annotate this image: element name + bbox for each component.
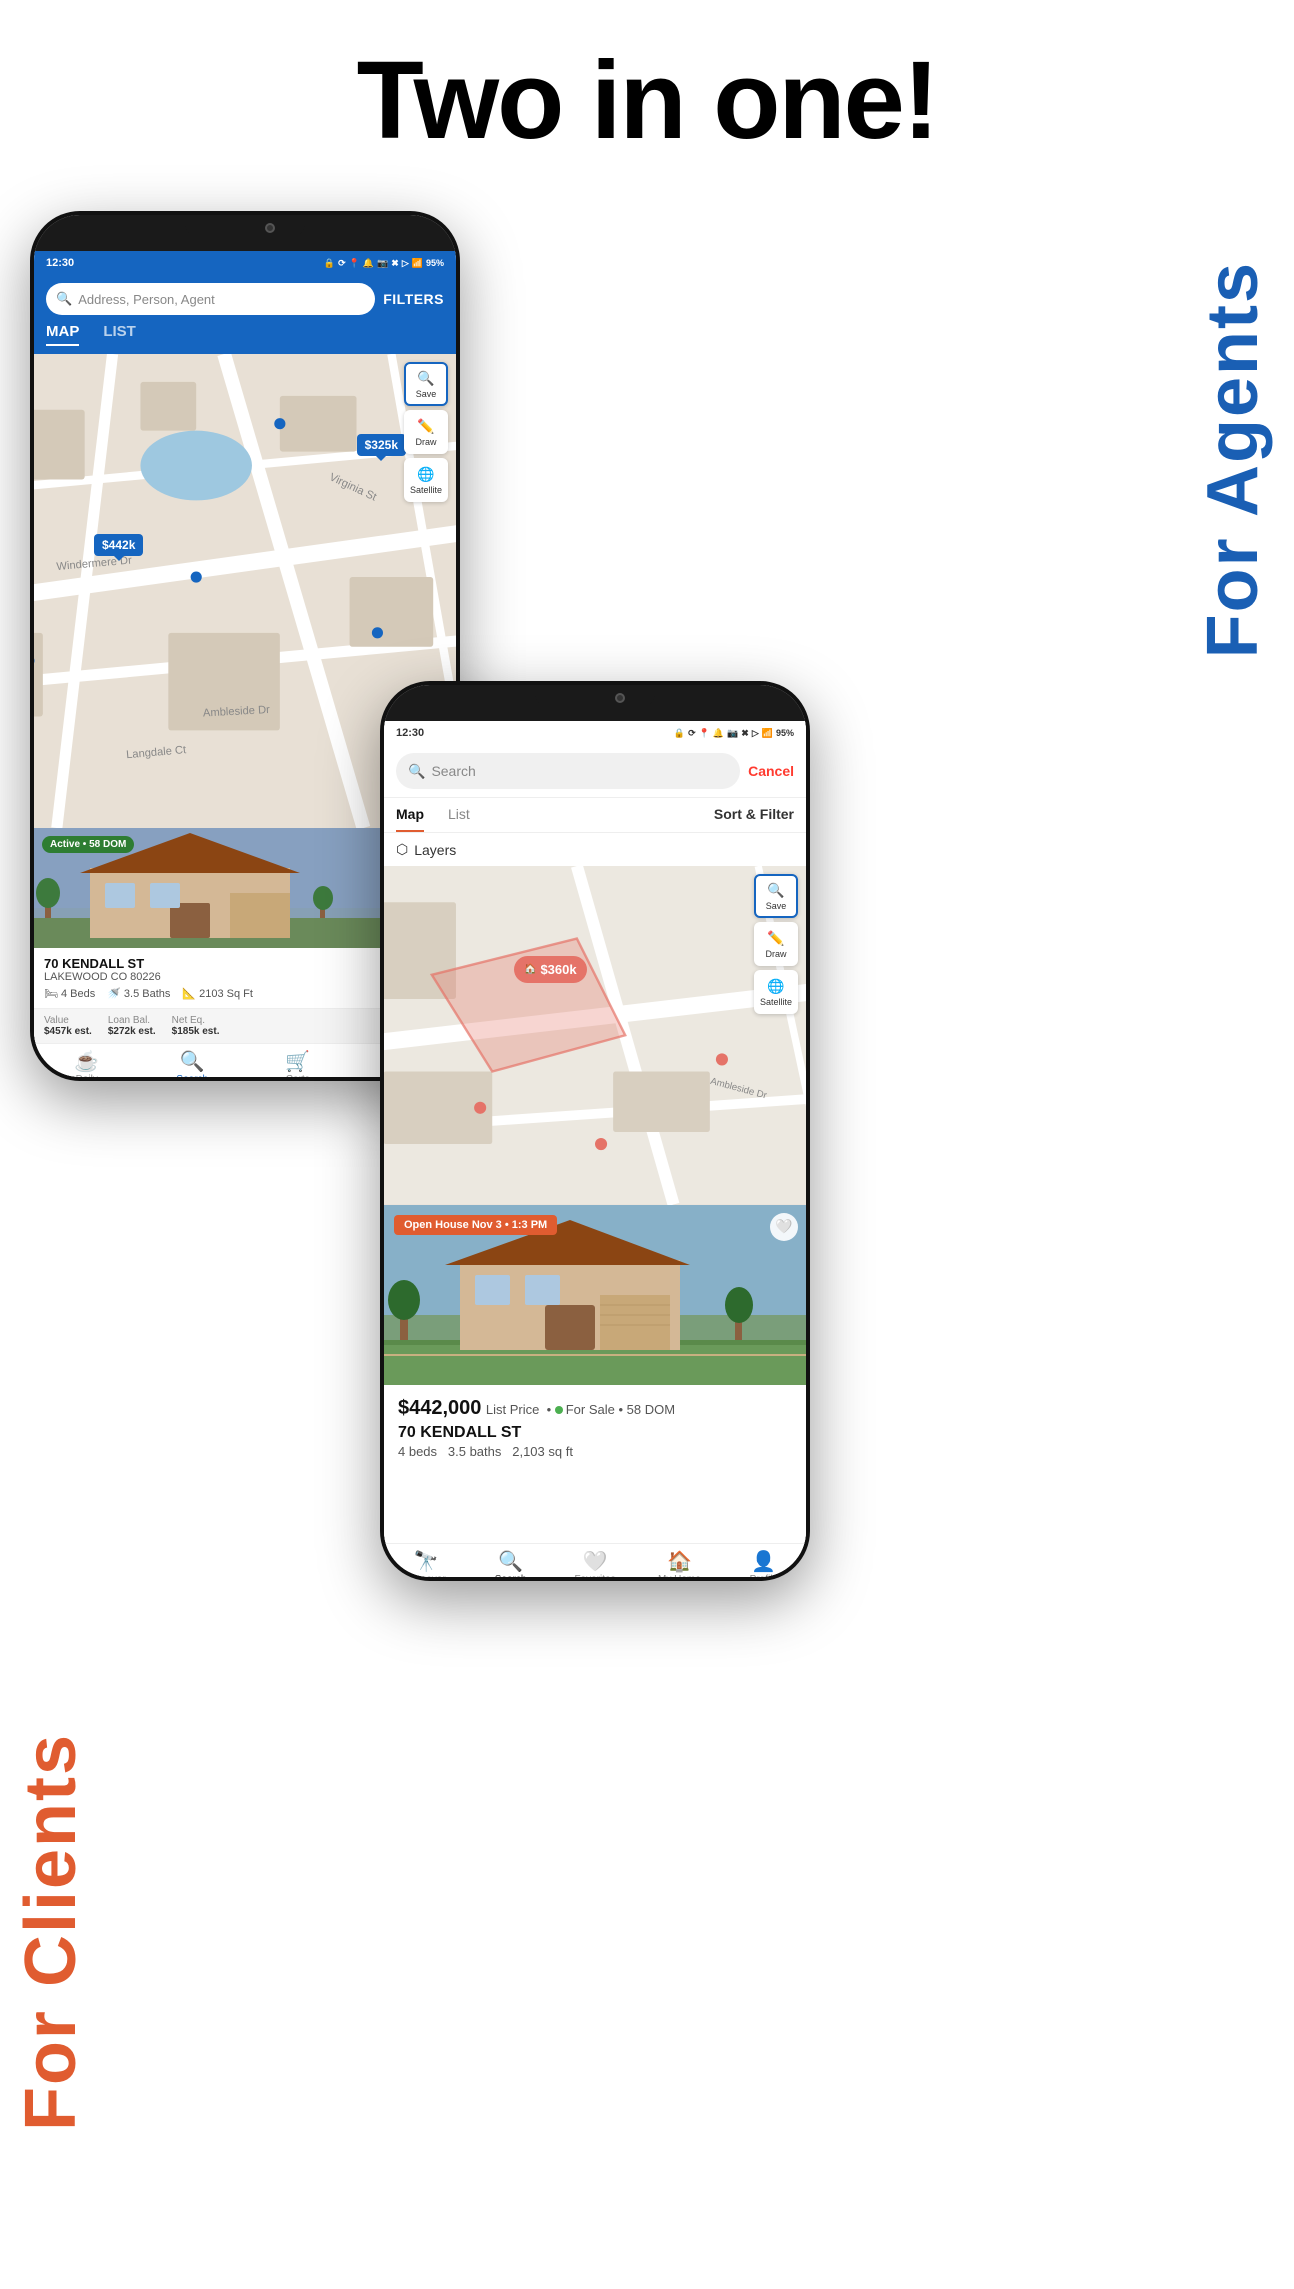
search-placeholder-client: Search xyxy=(431,763,475,779)
client-address: 70 KENDALL ST xyxy=(398,1424,792,1442)
agent-tabs: MAP LIST xyxy=(34,323,456,354)
client-price-detail: List Price • For Sale • 58 DOM xyxy=(486,1402,675,1417)
client-phone: 12:30 🔒⟳📍🔔📷✖▷ 📶95% 🔍 Search Cancel xyxy=(380,681,810,1581)
map-tools-client: 🔍 Save ✏️ Draw 🌐 Satellite xyxy=(754,874,798,1014)
search-placeholder-agent: Address, Person, Agent xyxy=(78,292,215,307)
bottom-nav-client: 🔭 Discover 🔍 Search 🤍 Favorites 🏠 My Hom… xyxy=(384,1543,806,1577)
layers-icon: ⬡ xyxy=(396,841,408,858)
search-icon-client: 🔍 xyxy=(408,763,425,780)
search-icon-agent: 🔍 xyxy=(56,291,72,307)
for-clients-label: For Clients xyxy=(10,1733,92,2131)
tab-list-agent[interactable]: LIST xyxy=(103,323,136,346)
save-tool-agent[interactable]: 🔍 Save xyxy=(404,362,448,406)
search-input-client[interactable]: 🔍 Search xyxy=(396,753,740,789)
satellite-tool-agent[interactable]: 🌐 Satellite xyxy=(404,458,448,502)
loan-item: Loan Bal. $272k est. xyxy=(108,1015,156,1037)
save-tool-client[interactable]: 🔍 Save xyxy=(754,874,798,918)
phones-container: For Agents For Clients 12:30 🔒⟳📍🔔📷✖▷ 📶95… xyxy=(0,161,1294,2161)
tab-list-client[interactable]: List xyxy=(448,798,470,832)
nav-profile[interactable]: 👤 Profile xyxy=(722,1552,806,1577)
layers-bar[interactable]: ⬡ Layers xyxy=(384,833,806,866)
nav-discover[interactable]: 🔭 Discover xyxy=(384,1552,468,1577)
battery-agent: 95% xyxy=(426,258,444,268)
nav-carts[interactable]: 🛒 Carts xyxy=(245,1052,351,1077)
heart-button[interactable]: 🤍 xyxy=(770,1213,798,1241)
price-pin-442[interactable]: $442k xyxy=(94,534,143,556)
search-input-agent[interactable]: 🔍 Address, Person, Agent xyxy=(46,283,375,315)
for-agents-label: For Agents xyxy=(1192,261,1274,658)
client-price: $442,000 xyxy=(398,1397,481,1419)
draw-tool-agent[interactable]: ✏️ Draw xyxy=(404,410,448,454)
client-beds: 4 beds 3.5 baths 2,103 sq ft xyxy=(398,1444,792,1459)
price-pin-325[interactable]: $325k xyxy=(357,434,406,456)
client-search-bar[interactable]: 🔍 Search Cancel xyxy=(384,745,806,798)
nav-daily[interactable]: ☕ Daily xyxy=(34,1052,140,1077)
time-client: 12:30 xyxy=(396,727,424,739)
tab-map-client[interactable]: Map xyxy=(396,798,424,832)
cancel-button[interactable]: Cancel xyxy=(748,763,794,779)
satellite-tool-client[interactable]: 🌐 Satellite xyxy=(754,970,798,1014)
client-listing-info: $442,000 List Price • For Sale • 58 DOM … xyxy=(384,1385,806,1471)
value-item: Value $457k est. xyxy=(44,1015,92,1037)
hero-title: Two in one! xyxy=(0,0,1294,161)
phone-notch-client xyxy=(384,685,806,721)
beds-agent: 🛏 4 Beds xyxy=(44,987,95,1000)
filters-button[interactable]: FILTERS xyxy=(383,291,444,307)
nav-my-home[interactable]: 🏠 My Home xyxy=(637,1552,721,1577)
status-icons-agent: 🔒⟳📍🔔📷✖▷ 📶95% xyxy=(324,258,444,269)
baths-agent: 🚿 3.5 Baths xyxy=(107,987,170,1000)
agent-search-bar[interactable]: 🔍 Address, Person, Agent FILTERS xyxy=(34,275,456,323)
map-tools-agent: 🔍 Save ✏️ Draw 🌐 Satellite xyxy=(404,362,448,502)
phone-notch-agent xyxy=(34,215,456,251)
layers-label: Layers xyxy=(414,842,456,858)
sqft-agent: 📐 2103 Sq Ft xyxy=(182,987,253,1000)
client-tabs: Map List Sort & Filter xyxy=(384,798,806,833)
battery-client: 95% xyxy=(776,728,794,738)
listing-card-client[interactable]: Open House Nov 3 • 1:3 PM 🤍 $442,000 Lis… xyxy=(384,1205,806,1544)
sort-filter-button[interactable]: Sort & Filter xyxy=(714,798,794,832)
open-house-badge: Open House Nov 3 • 1:3 PM xyxy=(394,1215,557,1235)
nav-favorites[interactable]: 🤍 Favorites xyxy=(553,1552,637,1577)
nav-search-agent[interactable]: 🔍 Search xyxy=(140,1052,246,1077)
time-agent: 12:30 xyxy=(46,257,74,269)
active-badge: Active • 58 DOM xyxy=(42,836,134,853)
status-icons-client: 🔒⟳📍🔔📷✖▷ 📶95% xyxy=(674,728,794,739)
draw-tool-client[interactable]: ✏️ Draw xyxy=(754,922,798,966)
client-price-row: $442,000 List Price • For Sale • 58 DOM xyxy=(398,1397,792,1420)
map-area-client: Ambleside Dr 🏠 $360k 🔍 xyxy=(384,866,806,1205)
price-pin-client[interactable]: 🏠 $360k xyxy=(514,956,587,983)
equity-item: Net Eq. $185k est. xyxy=(172,1015,220,1037)
status-bar-agent: 12:30 🔒⟳📍🔔📷✖▷ 📶95% xyxy=(34,251,456,275)
tab-map-agent[interactable]: MAP xyxy=(46,323,79,346)
listing-image-client: Open House Nov 3 • 1:3 PM 🤍 xyxy=(384,1205,806,1385)
status-bar-client: 12:30 🔒⟳📍🔔📷✖▷ 📶95% xyxy=(384,721,806,745)
nav-search-client[interactable]: 🔍 Search xyxy=(468,1552,552,1577)
